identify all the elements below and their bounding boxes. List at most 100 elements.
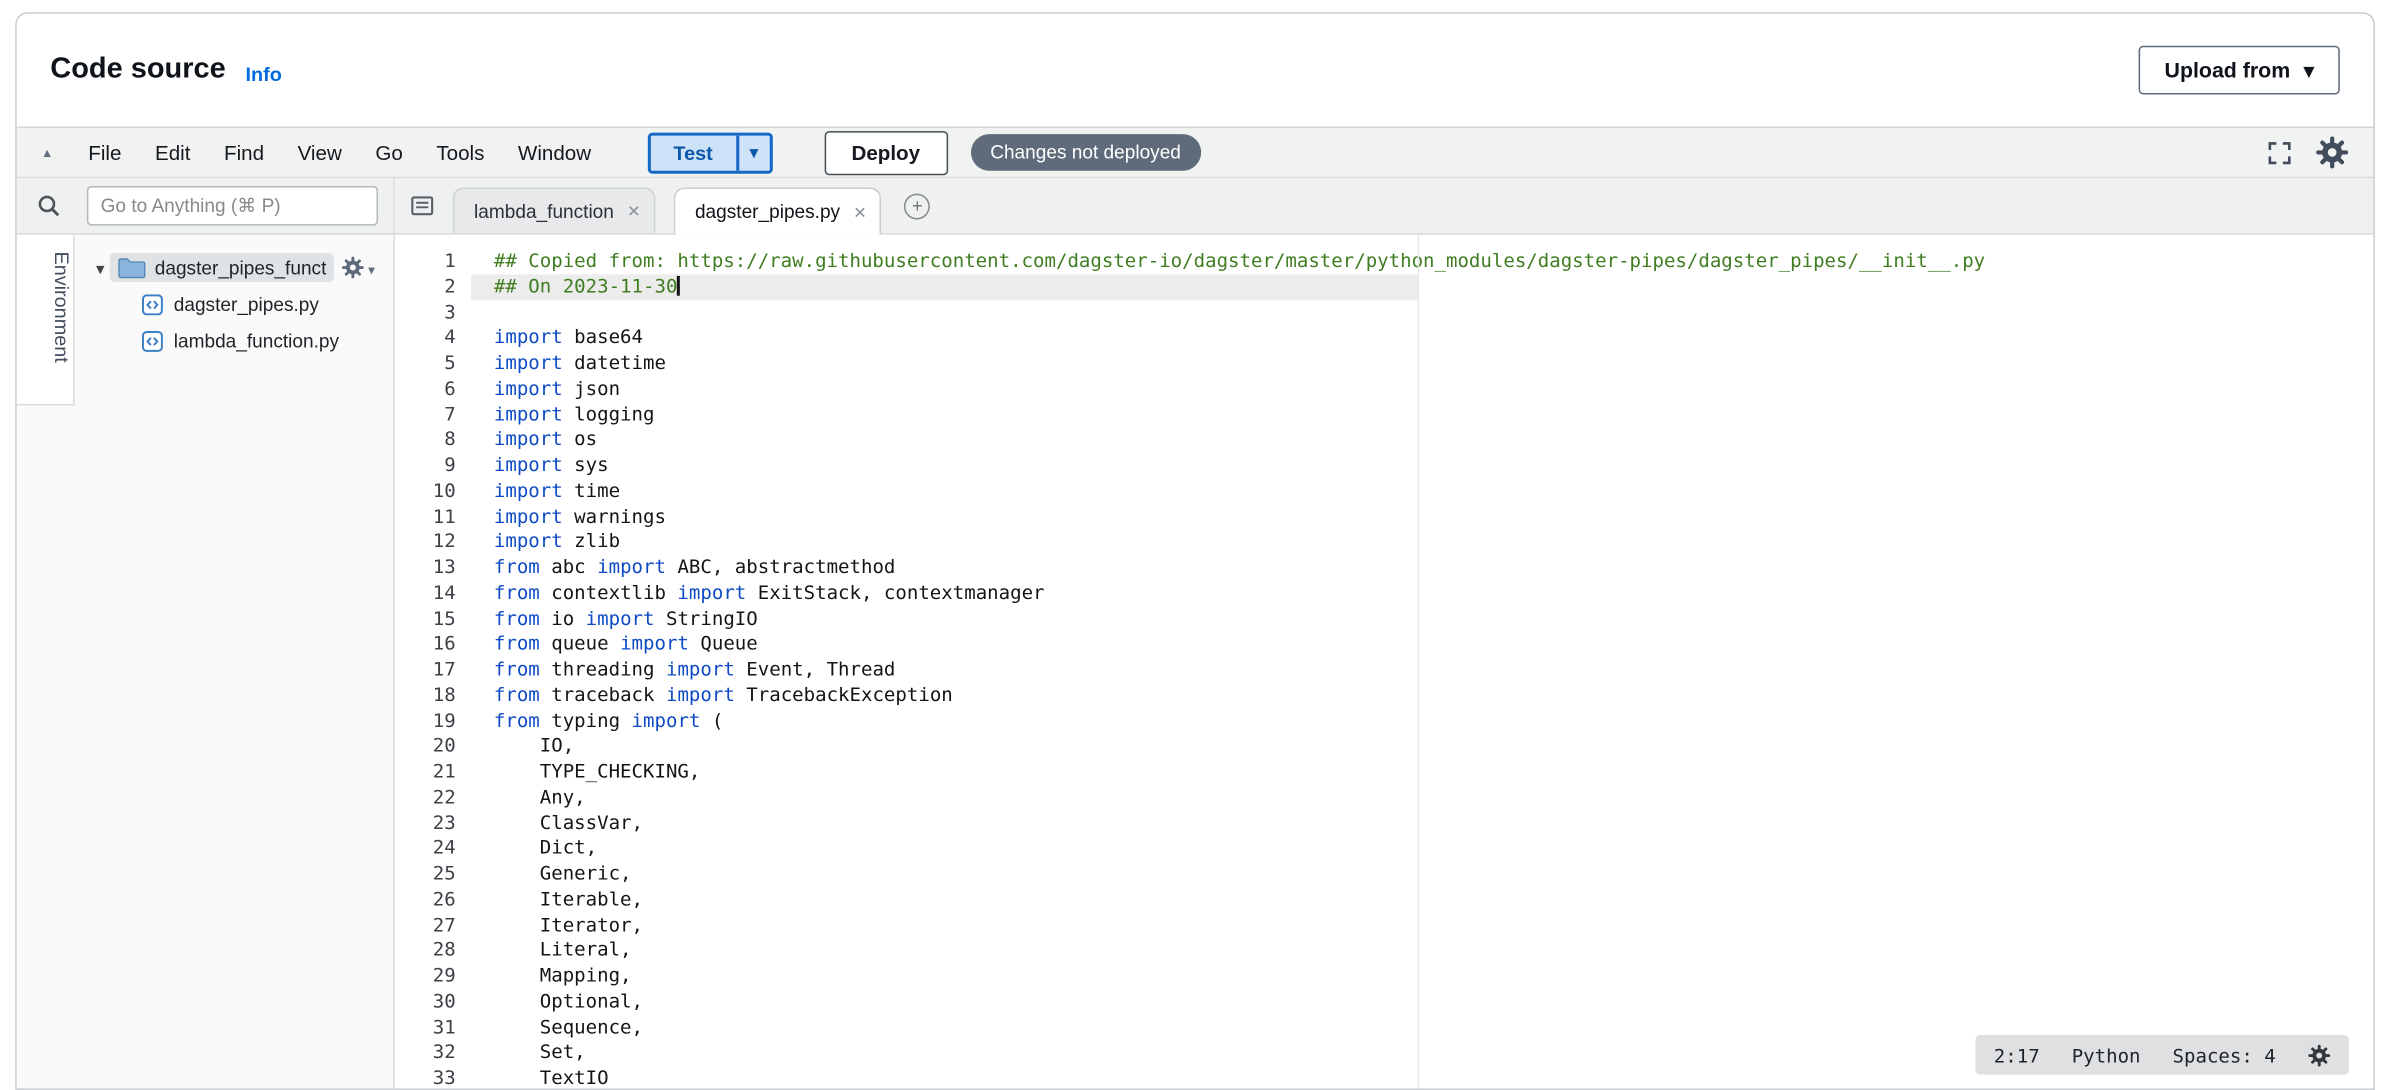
- cursor-position[interactable]: 2:17: [1994, 1043, 2040, 1066]
- line-number[interactable]: 30: [395, 989, 471, 1015]
- tree-settings-gear-icon[interactable]: [342, 254, 375, 281]
- line-number[interactable]: 3: [395, 300, 471, 326]
- close-icon[interactable]: [628, 200, 640, 223]
- line-number[interactable]: 15: [395, 606, 471, 632]
- line-number[interactable]: 28: [395, 938, 471, 964]
- line-number[interactable]: 19: [395, 708, 471, 734]
- code-line-20[interactable]: 20 IO,: [395, 734, 2374, 760]
- code-line-13[interactable]: 13from abc import ABC, abstractmethod: [395, 555, 2374, 581]
- language-mode[interactable]: Python: [2072, 1043, 2141, 1066]
- spaces-setting[interactable]: Spaces: 4: [2173, 1043, 2276, 1066]
- close-icon[interactable]: [854, 200, 866, 223]
- goto-anything-input[interactable]: [87, 186, 378, 226]
- code-line-11[interactable]: 11import warnings: [395, 504, 2374, 530]
- menu-window[interactable]: Window: [501, 141, 608, 164]
- code-line-24[interactable]: 24 Dict,: [395, 836, 2374, 862]
- collapse-menubar-icon[interactable]: [41, 146, 53, 160]
- statusbar-gear-icon[interactable]: [2308, 1043, 2331, 1066]
- tree-file-dagster_pipes.py[interactable]: dagster_pipes.py: [96, 287, 393, 324]
- line-number[interactable]: 2: [395, 274, 471, 300]
- code-line-22[interactable]: 22 Any,: [395, 785, 2374, 811]
- menu-tools[interactable]: Tools: [420, 141, 502, 164]
- test-split-button[interactable]: Test: [648, 132, 773, 173]
- code-line-1[interactable]: 1## Copied from: https://raw.githubuserc…: [395, 248, 2374, 274]
- code-line-28[interactable]: 28 Literal,: [395, 938, 2374, 964]
- code-line-2[interactable]: 2## On 2023-11-30: [395, 274, 2374, 300]
- test-button[interactable]: Test: [651, 135, 736, 170]
- line-number[interactable]: 1: [395, 248, 471, 274]
- line-number[interactable]: 21: [395, 759, 471, 785]
- code-line-18[interactable]: 18from traceback import TracebackExcepti…: [395, 683, 2374, 709]
- line-number[interactable]: 7: [395, 402, 471, 428]
- code-line-15[interactable]: 15from io import StringIO: [395, 606, 2374, 632]
- line-number[interactable]: 23: [395, 810, 471, 836]
- tab-dagster_pipes.py[interactable]: dagster_pipes.py: [674, 187, 882, 234]
- code-line-16[interactable]: 16from queue import Queue: [395, 631, 2374, 657]
- code-line-29[interactable]: 29 Mapping,: [395, 963, 2374, 989]
- tab-list-icon[interactable]: [410, 194, 434, 218]
- line-number[interactable]: 20: [395, 734, 471, 760]
- line-number[interactable]: 29: [395, 963, 471, 989]
- line-number[interactable]: 31: [395, 1014, 471, 1040]
- line-number[interactable]: 13: [395, 555, 471, 581]
- fullscreen-expand-icon[interactable]: [2267, 139, 2293, 165]
- search-icon[interactable]: [37, 194, 61, 218]
- line-number[interactable]: 17: [395, 657, 471, 683]
- line-number[interactable]: 26: [395, 887, 471, 913]
- line-number[interactable]: 18: [395, 683, 471, 709]
- code-line-27[interactable]: 27 Iterator,: [395, 912, 2374, 938]
- menu-view[interactable]: View: [281, 141, 359, 164]
- menu-go[interactable]: Go: [359, 141, 420, 164]
- new-tab-plus-icon[interactable]: [904, 193, 930, 219]
- line-number[interactable]: 22: [395, 785, 471, 811]
- tab-lambda_function[interactable]: lambda_function: [453, 187, 656, 233]
- selected-folder[interactable]: dagster_pipes_funct: [109, 253, 334, 282]
- tree-file-lambda_function.py[interactable]: lambda_function.py: [96, 323, 393, 360]
- line-number[interactable]: 16: [395, 631, 471, 657]
- menu-file[interactable]: File: [72, 141, 139, 164]
- code-line-19[interactable]: 19from typing import (: [395, 708, 2374, 734]
- code-editor[interactable]: 1## Copied from: https://raw.githubuserc…: [395, 235, 2374, 1089]
- test-dropdown-caret[interactable]: [736, 135, 770, 170]
- code-line-14[interactable]: 14from contextlib import ExitStack, cont…: [395, 580, 2374, 606]
- line-number[interactable]: 33: [395, 1065, 471, 1088]
- code-line-5[interactable]: 5import datetime: [395, 351, 2374, 377]
- code-text: import base64: [471, 325, 2373, 351]
- line-number[interactable]: 32: [395, 1040, 471, 1066]
- line-number[interactable]: 11: [395, 504, 471, 530]
- code-line-12[interactable]: 12import zlib: [395, 529, 2374, 555]
- line-number[interactable]: 12: [395, 529, 471, 555]
- environment-tab[interactable]: Environment: [17, 235, 75, 406]
- folder-disclosure-icon[interactable]: [96, 254, 104, 281]
- code-line-10[interactable]: 10import time: [395, 478, 2374, 504]
- code-line-25[interactable]: 25 Generic,: [395, 861, 2374, 887]
- line-number[interactable]: 4: [395, 325, 471, 351]
- tree-folder-row[interactable]: dagster_pipes_funct: [96, 248, 393, 286]
- line-number[interactable]: 10: [395, 478, 471, 504]
- deploy-button[interactable]: Deploy: [824, 130, 947, 174]
- line-number[interactable]: 9: [395, 453, 471, 479]
- code-line-4[interactable]: 4import base64: [395, 325, 2374, 351]
- line-number[interactable]: 14: [395, 580, 471, 606]
- line-number[interactable]: 5: [395, 351, 471, 377]
- line-number[interactable]: 8: [395, 427, 471, 453]
- settings-gear-icon[interactable]: [2315, 136, 2349, 170]
- line-number[interactable]: 6: [395, 376, 471, 402]
- code-line-7[interactable]: 7import logging: [395, 402, 2374, 428]
- line-number[interactable]: 24: [395, 836, 471, 862]
- code-line-3[interactable]: 3: [395, 300, 2374, 326]
- upload-from-button[interactable]: Upload from: [2139, 46, 2340, 95]
- line-number[interactable]: 25: [395, 861, 471, 887]
- code-line-26[interactable]: 26 Iterable,: [395, 887, 2374, 913]
- line-number[interactable]: 27: [395, 912, 471, 938]
- code-line-6[interactable]: 6import json: [395, 376, 2374, 402]
- code-line-21[interactable]: 21 TYPE_CHECKING,: [395, 759, 2374, 785]
- code-line-30[interactable]: 30 Optional,: [395, 989, 2374, 1015]
- code-line-23[interactable]: 23 ClassVar,: [395, 810, 2374, 836]
- info-link[interactable]: Info: [246, 62, 282, 85]
- menu-find[interactable]: Find: [207, 141, 281, 164]
- code-line-8[interactable]: 8import os: [395, 427, 2374, 453]
- code-line-17[interactable]: 17from threading import Event, Thread: [395, 657, 2374, 683]
- code-line-9[interactable]: 9import sys: [395, 453, 2374, 479]
- menu-edit[interactable]: Edit: [138, 141, 207, 164]
